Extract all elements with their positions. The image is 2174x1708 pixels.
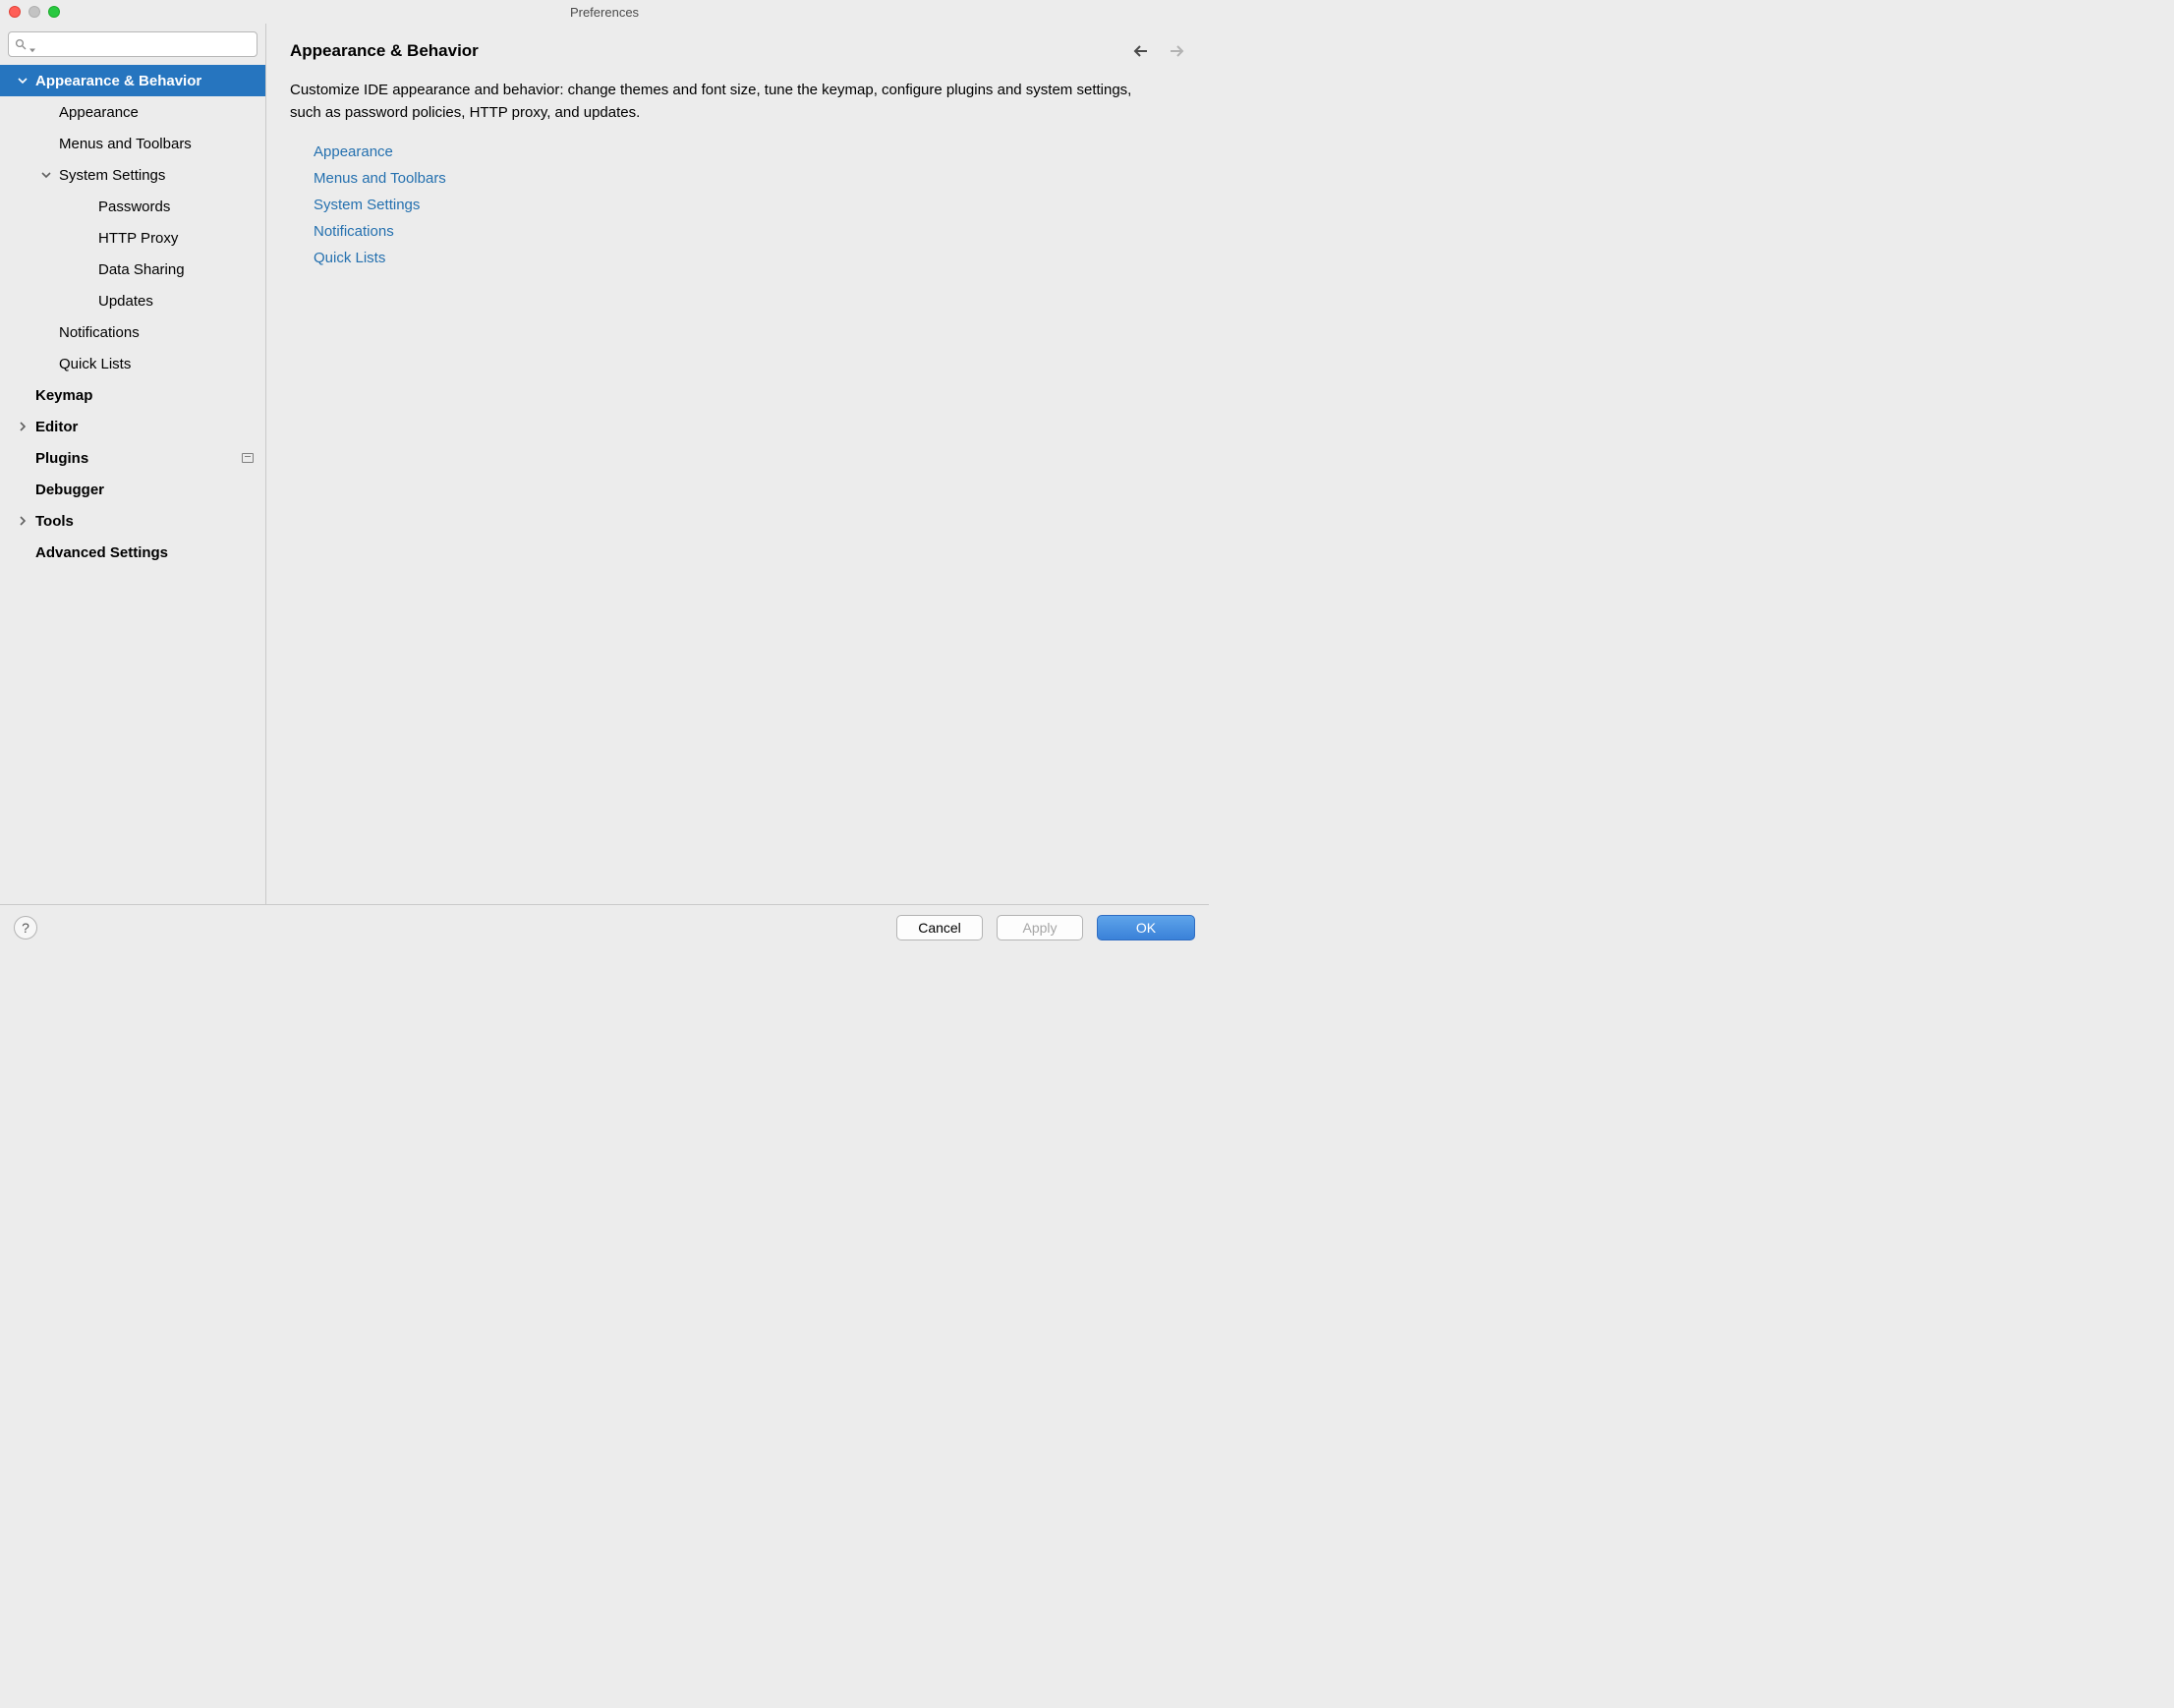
search-field[interactable] xyxy=(8,31,257,57)
search-icon xyxy=(15,38,27,50)
ok-button[interactable]: OK xyxy=(1097,915,1195,940)
preferences-sidebar: Appearance & Behavior Appearance Menus and… xyxy=(0,24,266,904)
tree-item-label: Updates xyxy=(98,293,153,310)
tree-item-label: HTTP Proxy xyxy=(98,230,178,247)
tree-item[interactable]: HTTP Proxy xyxy=(0,222,265,254)
window-title: Preferences xyxy=(0,5,1209,20)
tree-item[interactable]: Advanced Settings xyxy=(0,537,265,568)
tree-item[interactable]: Passwords xyxy=(0,191,265,222)
tree-item-label: Plugins xyxy=(35,450,88,467)
subpage-link[interactable]: Quick Lists xyxy=(314,245,1185,271)
tree-item[interactable]: Editor xyxy=(0,411,265,442)
chevron-down-icon[interactable] xyxy=(39,168,53,182)
tree-item[interactable]: Data Sharing xyxy=(0,254,265,285)
tree-item-label: Debugger xyxy=(35,482,104,498)
nav-back-button[interactable] xyxy=(1132,42,1150,60)
apply-button: Apply xyxy=(997,915,1083,940)
tree-item[interactable]: Appearance xyxy=(0,96,265,128)
subpage-link[interactable]: System Settings xyxy=(314,192,1185,218)
tree-item-label: Tools xyxy=(35,513,74,530)
window-zoom-button[interactable] xyxy=(48,6,60,18)
tree-item[interactable]: Menus and Toolbars xyxy=(0,128,265,159)
help-button[interactable]: ? xyxy=(14,916,37,939)
tree-item-label: Keymap xyxy=(35,387,92,404)
tree-item[interactable]: Tools xyxy=(0,505,265,537)
tree-item-label: Appearance xyxy=(59,104,139,121)
search-input[interactable] xyxy=(35,37,251,52)
chevron-down-icon[interactable] xyxy=(16,74,29,87)
cancel-button[interactable]: Cancel xyxy=(896,915,983,940)
tree-item[interactable]: Keymap xyxy=(0,379,265,411)
settings-tree[interactable]: Appearance & Behavior Appearance Menus and… xyxy=(0,63,265,904)
tree-item-label: Editor xyxy=(35,419,78,435)
tree-item-label: Notifications xyxy=(59,324,140,341)
subpage-link[interactable]: Menus and Toolbars xyxy=(314,165,1185,192)
tree-item[interactable]: Updates xyxy=(0,285,265,316)
settings-detail-panel: Appearance & Behavior Customize IDE appe… xyxy=(266,24,1209,904)
tree-item-label: System Settings xyxy=(59,167,165,184)
tree-item[interactable]: Debugger xyxy=(0,474,265,505)
tree-item-label: Advanced Settings xyxy=(35,544,168,561)
tree-item[interactable]: Appearance & Behavior xyxy=(0,65,265,96)
subpage-link[interactable]: Appearance xyxy=(314,139,1185,165)
subpage-link[interactable]: Notifications xyxy=(314,218,1185,245)
plugin-indicator-icon xyxy=(242,453,254,463)
page-title: Appearance & Behavior xyxy=(290,41,479,61)
subpage-links: AppearanceMenus and ToolbarsSystem Setti… xyxy=(290,139,1185,271)
dialog-footer: ? Cancel Apply OK xyxy=(0,904,1209,949)
tree-item-label: Quick Lists xyxy=(59,356,131,372)
tree-item[interactable]: Plugins xyxy=(0,442,265,474)
tree-item[interactable]: Notifications xyxy=(0,316,265,348)
tree-item-label: Data Sharing xyxy=(98,261,185,278)
page-description: Customize IDE appearance and behavior: c… xyxy=(290,79,1145,125)
tree-item-label: Menus and Toolbars xyxy=(59,136,192,152)
window-titlebar: Preferences xyxy=(0,0,1209,24)
tree-item[interactable]: Quick Lists xyxy=(0,348,265,379)
window-minimize-button[interactable] xyxy=(29,6,40,18)
tree-item-label: Appearance & Behavior xyxy=(35,73,201,89)
chevron-right-icon[interactable] xyxy=(16,514,29,528)
window-close-button[interactable] xyxy=(9,6,21,18)
chevron-right-icon[interactable] xyxy=(16,420,29,433)
nav-forward-button xyxy=(1168,42,1185,60)
tree-item-label: Passwords xyxy=(98,199,170,215)
tree-item[interactable]: System Settings xyxy=(0,159,265,191)
